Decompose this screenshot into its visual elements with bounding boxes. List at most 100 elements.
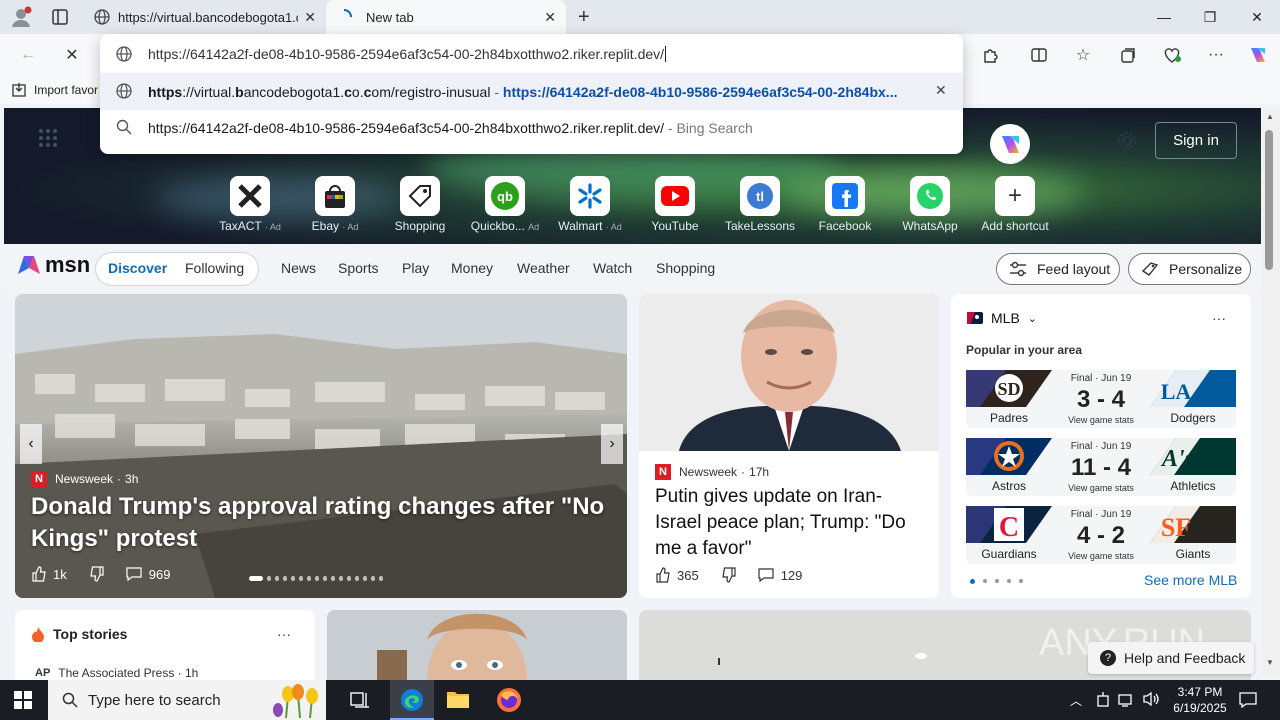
- carousel-dot[interactable]: [323, 576, 327, 581]
- carousel-dot[interactable]: [307, 576, 311, 581]
- pager-dot[interactable]: [995, 579, 999, 583]
- game-row[interactable]: Astros Final · Jun 19 11 - 4 View game s…: [966, 438, 1236, 496]
- page-scrollbar[interactable]: ▲ ▼: [1262, 108, 1280, 676]
- import-favorites-link[interactable]: Import favor: [34, 83, 98, 97]
- scroll-down-icon[interactable]: ▼: [1266, 658, 1274, 667]
- stop-loading-icon[interactable]: ✕: [58, 42, 86, 68]
- extensions-icon[interactable]: [977, 42, 1005, 68]
- msn-logo[interactable]: msn: [16, 252, 90, 278]
- suggestion-history[interactable]: https://virtual.bancodebogota1.co.com/re…: [100, 74, 963, 110]
- task-view-icon[interactable]: [350, 691, 370, 709]
- back-icon[interactable]: ←: [14, 42, 42, 68]
- tab-actions-icon[interactable]: [50, 7, 70, 27]
- tab-bancodebogota[interactable]: https://virtual.bancodebogota1.co ✕: [84, 0, 326, 34]
- see-more-mlb-link[interactable]: See more MLB: [1144, 572, 1237, 588]
- close-tab-icon[interactable]: ✕: [544, 9, 556, 26]
- takelessons-tile[interactable]: tl: [740, 176, 780, 216]
- tab-discover[interactable]: Discover: [108, 260, 167, 276]
- youtube-tile[interactable]: [655, 176, 695, 216]
- wifi-icon[interactable]: [1118, 692, 1134, 708]
- quickbooks-tile[interactable]: qb: [485, 176, 525, 216]
- top-stories-header[interactable]: Top stories: [31, 626, 127, 642]
- walmart-tile[interactable]: [570, 176, 610, 216]
- sign-in-button[interactable]: Sign in: [1155, 122, 1237, 159]
- thumbs-up-icon[interactable]: [31, 566, 47, 582]
- ebay-tile[interactable]: [315, 176, 355, 216]
- help-feedback-button[interactable]: ? Help and Feedback: [1088, 642, 1254, 674]
- tab-new-tab[interactable]: New tab ✕: [326, 0, 566, 34]
- add-shortcut-tile[interactable]: +: [995, 176, 1035, 216]
- copilot-icon[interactable]: [1244, 42, 1272, 68]
- restore-icon[interactable]: ❐: [1187, 0, 1233, 34]
- view-game-stats-link[interactable]: View game stats: [1052, 415, 1150, 425]
- pager-dot[interactable]: [983, 579, 987, 583]
- game-row[interactable]: C Guardians Final · Jun 19 4 - 2 View ga…: [966, 506, 1236, 564]
- nav-weather[interactable]: Weather: [517, 260, 570, 276]
- firefox-icon[interactable]: [496, 687, 522, 713]
- network-icon[interactable]: [1096, 692, 1110, 708]
- next-slide-icon[interactable]: ›: [601, 424, 623, 464]
- carousel-dot[interactable]: [283, 576, 287, 581]
- news-card-putin[interactable]: N Newsweek · 17h Putin gives update on I…: [639, 294, 939, 598]
- chevron-down-icon[interactable]: ⌄: [1028, 312, 1037, 325]
- news-headline[interactable]: Putin gives update on Iran-Israel peace …: [655, 484, 927, 562]
- split-screen-icon[interactable]: [1025, 42, 1053, 68]
- taxact-tile[interactable]: [230, 176, 270, 216]
- settings-gear-icon[interactable]: [1116, 130, 1138, 152]
- game-row[interactable]: SD Padres Final · Jun 19 3 - 4 View game…: [966, 370, 1236, 428]
- profile-icon[interactable]: [10, 6, 32, 28]
- collections-icon[interactable]: [1114, 42, 1142, 68]
- carousel-dot[interactable]: [371, 576, 375, 581]
- volume-icon[interactable]: [1142, 691, 1160, 707]
- carousel-dot[interactable]: [275, 576, 279, 581]
- carousel-dot[interactable]: [363, 576, 367, 581]
- taskbar-search-box[interactable]: Type here to search: [48, 680, 326, 720]
- nav-play[interactable]: Play: [402, 260, 429, 276]
- carousel-dot[interactable]: [249, 576, 263, 581]
- file-explorer-icon[interactable]: [446, 688, 470, 710]
- personalize-button[interactable]: Personalize: [1128, 253, 1251, 285]
- previous-slide-icon[interactable]: ‹: [20, 424, 42, 464]
- pager-dot[interactable]: [1019, 579, 1023, 583]
- notifications-icon[interactable]: [1238, 690, 1258, 710]
- view-game-stats-link[interactable]: View game stats: [1052, 483, 1150, 493]
- remove-suggestion-icon[interactable]: ✕: [935, 82, 947, 99]
- suggestion-bing-search[interactable]: https://64142a2f-de08-4b10-9586-2594e6af…: [100, 110, 963, 146]
- pager-dot[interactable]: [970, 579, 975, 584]
- hero-headline[interactable]: Donald Trump's approval rating changes a…: [31, 491, 611, 555]
- hero-news-card[interactable]: ‹ › N Newsweek · 3h Donald Trump's appro…: [15, 294, 627, 598]
- carousel-dot[interactable]: [347, 576, 351, 581]
- nav-watch[interactable]: Watch: [593, 260, 632, 276]
- feed-layout-button[interactable]: Feed layout: [996, 253, 1120, 285]
- whatsapp-tile[interactable]: [910, 176, 950, 216]
- news-card-image[interactable]: [327, 610, 627, 690]
- carousel-dot[interactable]: [267, 576, 271, 581]
- carousel-dot[interactable]: [339, 576, 343, 581]
- thumbs-down-icon[interactable]: [721, 567, 737, 583]
- tab-following[interactable]: Following: [185, 260, 244, 276]
- carousel-dot[interactable]: [315, 576, 319, 581]
- taskbar-clock[interactable]: 3:47 PM 6/19/2025: [1170, 684, 1230, 716]
- mlb-header[interactable]: MLB ⌄: [967, 310, 1037, 326]
- copilot-search-icon[interactable]: [990, 124, 1030, 164]
- nav-shopping[interactable]: Shopping: [656, 260, 715, 276]
- thumbs-down-icon[interactable]: [89, 566, 105, 582]
- new-tab-plus-icon[interactable]: +: [578, 6, 590, 29]
- nav-money[interactable]: Money: [451, 260, 493, 276]
- carousel-dot[interactable]: [291, 576, 295, 581]
- more-menu-icon[interactable]: ···: [1202, 42, 1230, 68]
- minimize-icon[interactable]: —: [1141, 0, 1187, 34]
- comment-icon[interactable]: [125, 566, 143, 582]
- carousel-dot[interactable]: [299, 576, 303, 581]
- facebook-tile[interactable]: [825, 176, 865, 216]
- pager-dot[interactable]: [1007, 579, 1011, 583]
- thumbs-up-icon[interactable]: [655, 567, 671, 583]
- carousel-dot[interactable]: [379, 576, 383, 581]
- more-options-icon[interactable]: ···: [1212, 310, 1226, 326]
- close-window-icon[interactable]: ✕: [1234, 0, 1280, 34]
- comment-icon[interactable]: [757, 567, 775, 583]
- windows-start-icon[interactable]: [14, 691, 32, 709]
- scrollbar-thumb[interactable]: [1265, 130, 1273, 270]
- address-input[interactable]: https://64142a2f-de08-4b10-9586-2594e6af…: [100, 34, 963, 74]
- close-tab-icon[interactable]: ✕: [304, 9, 316, 26]
